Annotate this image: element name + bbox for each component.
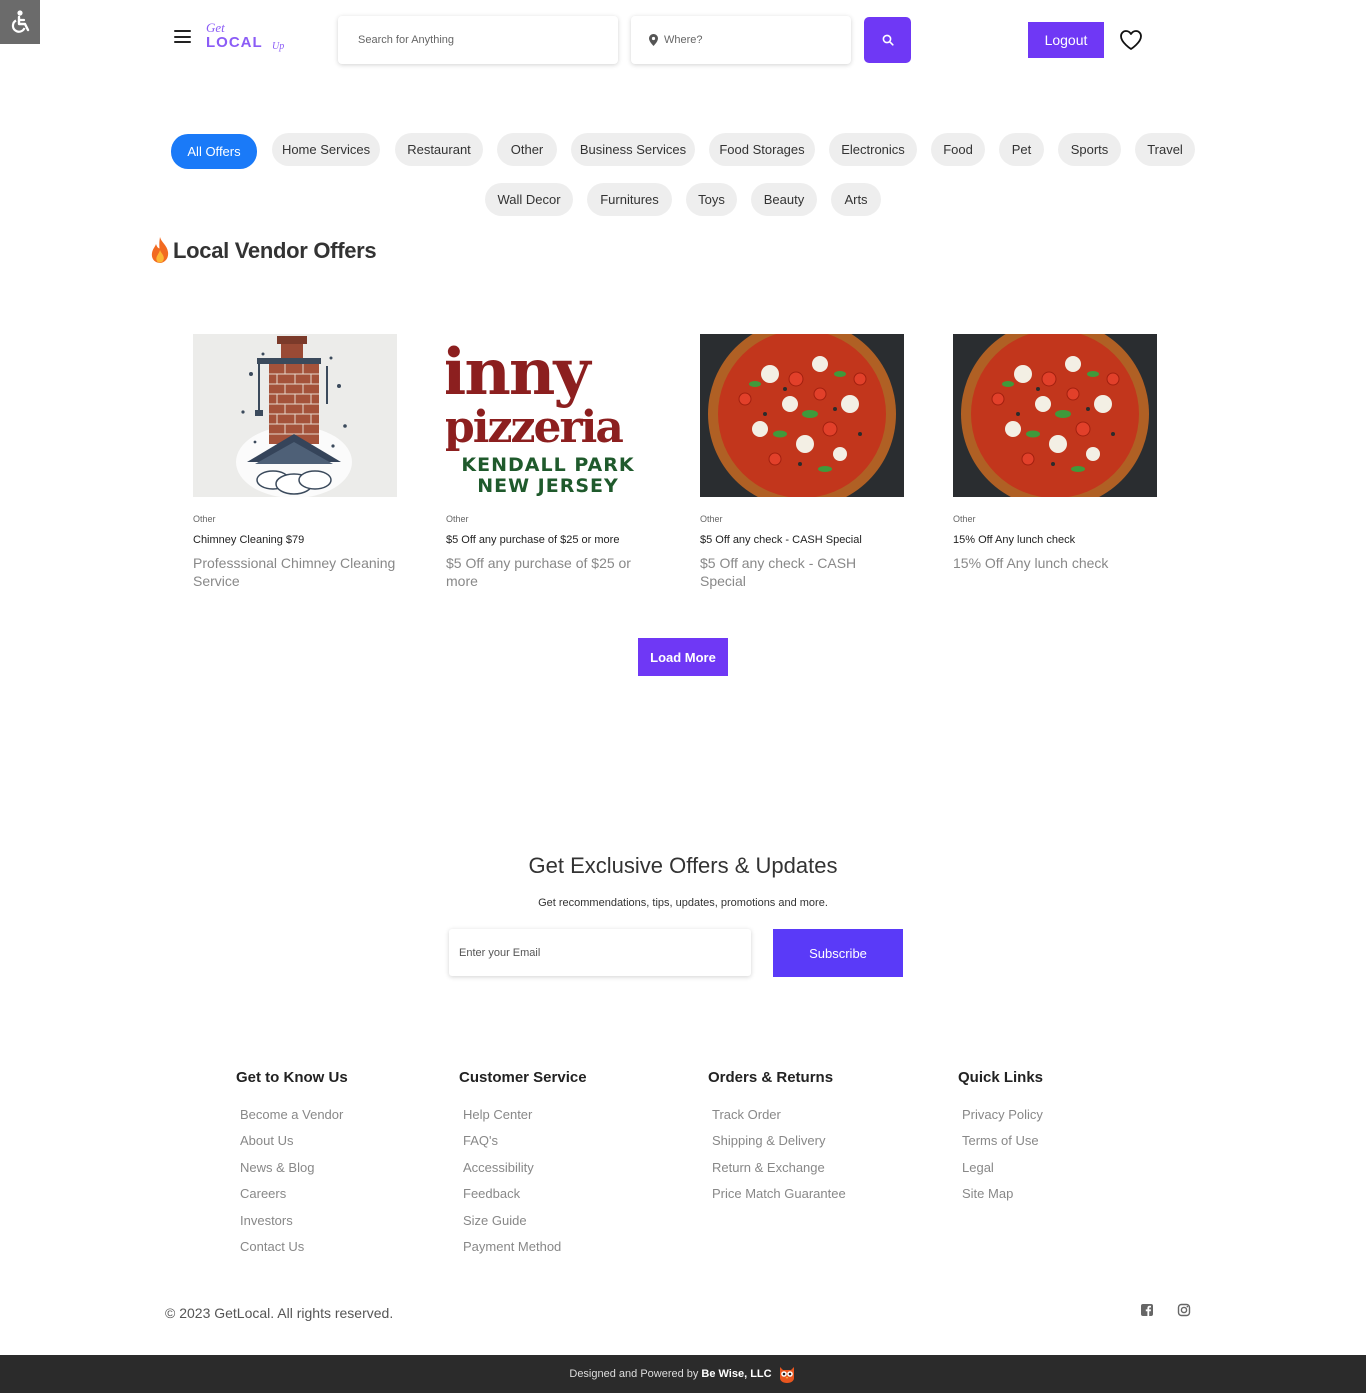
copyright-text: © 2023 GetLocal. All rights reserved. (165, 1305, 394, 1321)
footer-link[interactable]: Return & Exchange (712, 1159, 846, 1185)
category-chip-business-services[interactable]: Business Services (571, 133, 695, 166)
category-chip-furnitures[interactable]: Furnitures (587, 183, 672, 216)
section-title: Local Vendor Offers (173, 238, 377, 263)
owl-logo-icon (777, 1364, 797, 1384)
section-heading: Local Vendor Offers (149, 236, 377, 264)
search-box (338, 16, 618, 64)
search-button[interactable] (864, 17, 911, 63)
footer-link[interactable]: Privacy Policy (962, 1106, 1043, 1132)
facebook-icon[interactable] (1140, 1303, 1154, 1317)
svg-text:LOCAL: LOCAL (206, 34, 263, 51)
category-chip-food[interactable]: Food (931, 133, 985, 166)
search-input[interactable] (358, 34, 618, 46)
footer-link[interactable]: Help Center (463, 1106, 587, 1132)
footer-column-get-to-know-us: Get to Know Us Become a Vendor About Us … (236, 1069, 348, 1264)
credit-prefix: Designed and Powered by (569, 1368, 699, 1380)
footer-link[interactable]: Careers (240, 1185, 348, 1211)
offer-category: Other (953, 514, 976, 524)
offer-description: Professsional Chimney Cleaning Service (193, 555, 396, 589)
footer-link[interactable]: News & Blog (240, 1159, 348, 1185)
offer-image-pizzeria[interactable]: inny pizzeria KENDALL PARK NEW JERSEY (446, 334, 650, 497)
footer-heading: Get to Know Us (236, 1069, 348, 1086)
category-chip-restaurant[interactable]: Restaurant (395, 133, 483, 166)
svg-text:inny: inny (446, 335, 592, 410)
offer-description: $5 Off any purchase of $25 or more (446, 555, 631, 589)
footer-link[interactable]: Site Map (962, 1185, 1043, 1211)
footer-column-customer-service: Customer Service Help Center FAQ's Acces… (459, 1069, 587, 1264)
offer-image-pizza[interactable] (953, 334, 1157, 497)
svg-text:KENDALL PARK: KENDALL PARK (461, 454, 634, 476)
search-icon (882, 34, 894, 46)
load-more-button[interactable]: Load More (638, 638, 728, 676)
offer-description: $5 Off any check - CASH Special (700, 555, 857, 589)
offer-title[interactable]: 15% Off Any lunch check (953, 534, 1157, 546)
newsletter-subtitle: Get recommendations, tips, updates, prom… (538, 897, 828, 909)
footer-link[interactable]: About Us (240, 1132, 348, 1158)
category-chip-toys[interactable]: Toys (686, 183, 737, 216)
footer-link[interactable]: Payment Method (463, 1238, 587, 1264)
svg-text:Up: Up (272, 41, 284, 52)
offer-card[interactable]: Other 15% Off Any lunch check 15% Off An… (953, 334, 1157, 572)
offer-title[interactable]: $5 Off any purchase of $25 or more (446, 534, 650, 546)
footer-link[interactable]: FAQ's (463, 1132, 587, 1158)
heart-icon[interactable] (1119, 29, 1143, 51)
offer-card[interactable]: Other $5 Off any check - CASH Special $5… (700, 334, 904, 590)
footer-link[interactable]: Shipping & Delivery (712, 1132, 846, 1158)
newsletter-email-box (449, 929, 751, 976)
offer-image-pizza[interactable] (700, 334, 904, 497)
footer-link[interactable]: Track Order (712, 1106, 846, 1132)
footer-link[interactable]: Feedback (463, 1185, 587, 1211)
logout-button[interactable]: Logout (1028, 22, 1104, 58)
credit-bar: Designed and Powered by Be Wise, LLC (0, 1355, 1366, 1393)
footer-link[interactable]: Terms of Use (962, 1132, 1043, 1158)
svg-text:Get: Get (206, 20, 225, 35)
category-chip-sports[interactable]: Sports (1058, 133, 1121, 166)
footer-link[interactable]: Become a Vendor (240, 1106, 348, 1132)
location-input[interactable] (664, 34, 851, 46)
footer-heading: Quick Links (958, 1069, 1044, 1086)
offer-category: Other (700, 514, 723, 524)
footer-column-orders-returns: Orders & Returns Track Order Shipping & … (708, 1069, 846, 1212)
footer-heading: Orders & Returns (708, 1069, 834, 1086)
category-chip-electronics[interactable]: Electronics (829, 133, 917, 166)
offer-card[interactable]: inny pizzeria KENDALL PARK NEW JERSEY Ot… (446, 334, 650, 590)
category-chip-home-services[interactable]: Home Services (272, 133, 380, 166)
fire-icon (151, 237, 169, 263)
category-chip-food-storages[interactable]: Food Storages (709, 133, 815, 166)
category-chip-all-offers[interactable]: All Offers (171, 134, 257, 169)
menu-icon[interactable] (174, 30, 191, 43)
footer-link[interactable]: Accessibility (463, 1159, 587, 1185)
location-box (631, 16, 851, 64)
footer-column-quick-links: Quick Links Privacy Policy Terms of Use … (958, 1069, 1043, 1212)
email-field[interactable] (459, 946, 751, 959)
offer-title[interactable]: $5 Off any check - CASH Special (700, 534, 904, 546)
svg-text:pizzeria: pizzeria (446, 402, 623, 453)
offer-image-chimney[interactable] (193, 334, 397, 497)
category-chip-other[interactable]: Other (497, 133, 557, 166)
footer-link[interactable]: Size Guide (463, 1212, 587, 1238)
footer-link[interactable]: Price Match Guarantee (712, 1185, 846, 1211)
footer-link[interactable]: Contact Us (240, 1238, 348, 1264)
category-chip-arts[interactable]: Arts (831, 183, 881, 216)
offer-category: Other (193, 514, 216, 524)
svg-text:NEW JERSEY: NEW JERSEY (477, 475, 619, 497)
footer-link[interactable]: Investors (240, 1212, 348, 1238)
instagram-icon[interactable] (1177, 1303, 1191, 1317)
offer-title[interactable]: Chimney Cleaning $79 (193, 534, 397, 546)
category-chip-beauty[interactable]: Beauty (751, 183, 817, 216)
footer-heading: Customer Service (459, 1069, 587, 1086)
category-chip-travel[interactable]: Travel (1135, 133, 1195, 166)
footer-link[interactable]: Legal (962, 1159, 1043, 1185)
subscribe-button[interactable]: Subscribe (773, 929, 903, 977)
offer-category: Other (446, 514, 469, 524)
offer-card[interactable]: Other Chimney Cleaning $79 Professsional… (193, 334, 397, 590)
credit-company-link[interactable]: Be Wise, LLC (701, 1368, 771, 1380)
category-chip-pet[interactable]: Pet (999, 133, 1044, 166)
newsletter-title: Get Exclusive Offers & Updates (528, 853, 838, 878)
site-header: Get LOCAL Up Logout (0, 0, 1366, 80)
map-pin-icon (649, 34, 658, 46)
category-chip-wall-decor[interactable]: Wall Decor (485, 183, 573, 216)
offer-description: 15% Off Any lunch check (953, 555, 1109, 571)
site-logo[interactable]: Get LOCAL Up (204, 18, 294, 58)
